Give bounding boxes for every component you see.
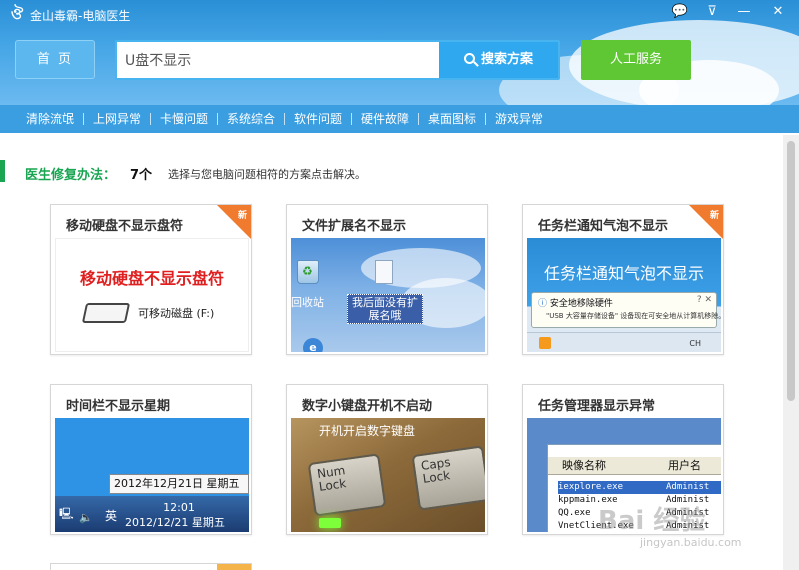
category-item[interactable]: 硬件故障 — [361, 105, 409, 133]
search-box: 搜索方案 — [115, 40, 560, 80]
taskbar-time: 12:01 — [163, 501, 195, 514]
section-title: 医生修复办法： — [25, 168, 117, 183]
search-button-label: 搜索方案 — [480, 52, 533, 67]
nav-separator — [351, 113, 352, 125]
network-icon: 🖳 — [59, 507, 74, 520]
process-list-header: 映像名称 用户名 — [548, 457, 721, 475]
card-title: 文件扩展名不显示 — [302, 219, 407, 234]
category-item[interactable]: 清除流氓 — [26, 105, 74, 133]
thumbnail-heading: 任务栏通知气泡不显示 — [543, 264, 704, 283]
recycle-bin-icon — [297, 260, 319, 284]
tray-app-icon — [539, 337, 551, 349]
search-button[interactable]: 搜索方案 — [439, 42, 558, 78]
column-header: 映像名称 — [562, 459, 606, 472]
balloon-title: 安全地移除硬件 — [549, 299, 613, 309]
balloon-title-row: ⓘ 安全地移除硬件 — [538, 296, 613, 309]
header: ঔ 金山毒霸-电脑医生 💬 ⊽ — ✕ 首 页 搜索方案 人工服务 — [0, 0, 799, 105]
minimize-button[interactable]: — — [732, 2, 756, 22]
notification-balloon: ⓘ 安全地移除硬件 ? ✕ "USB 大容量存储设备" 设备现在可安全地从计算机… — [531, 292, 721, 328]
balloon-close-icon: ? ✕ — [696, 295, 712, 305]
card-thumbnail: 移动硬盘不显示盘符 可移动磁盘 (F:) — [55, 238, 249, 352]
card-title: 移动硬盘不显示盘符 — [66, 219, 184, 234]
vertical-scrollbar[interactable] — [783, 135, 799, 570]
section-description: 选择与您电脑问题相符的方案点击解决。 — [168, 168, 366, 181]
thumbnail-caption: 开机开启数字键盘 — [319, 424, 416, 438]
file-label: 我后面没有扩展名哦 — [347, 294, 423, 324]
ie-icon: e — [303, 338, 323, 352]
app-title: 金山毒霸-电脑医生 — [30, 9, 131, 23]
nav-separator — [217, 113, 218, 125]
solution-card[interactable]: 数字小键盘开机不启动 开机开启数字键盘 Num Lock Caps Lock — [286, 384, 488, 535]
solution-card[interactable]: 文件扩展名不显示 回收站 我后面没有扩展名哦 e — [286, 204, 488, 355]
category-item[interactable]: 系统综合 — [227, 105, 275, 133]
category-item[interactable]: 游戏异常 — [495, 105, 543, 133]
title-bar: ঔ 金山毒霸-电脑医生 💬 ⊽ — ✕ — [0, 0, 799, 28]
drive-label: 可移动磁盘 (F:) — [138, 307, 215, 320]
search-icon — [463, 53, 475, 64]
nav-separator — [150, 113, 151, 125]
card-thumbnail: 回收站 我后面没有扩展名哦 e — [291, 238, 485, 352]
watermark-url: jingyan.baidu.com — [640, 536, 742, 549]
section-accent-bar — [0, 160, 5, 182]
menu-icon[interactable]: ⊽ — [700, 2, 724, 22]
card-title: 时间栏不显示星期 — [66, 399, 171, 414]
solution-card[interactable]: 移动硬盘不显示盘符 新 移动硬盘不显示盘符 可移动磁盘 (F:) — [50, 204, 252, 355]
new-badge — [217, 564, 251, 570]
process-name: QQ.exe — [558, 508, 591, 518]
home-button[interactable]: 首 页 — [15, 40, 95, 79]
solution-card[interactable]: 任务栏通知气泡不显示 新 任务栏通知气泡不显示 ⓘ 安全地移除硬件 ? ✕ "U… — [522, 204, 724, 355]
close-button[interactable]: ✕ — [766, 2, 790, 22]
removable-drive-icon — [81, 303, 131, 323]
category-item[interactable]: 卡慢问题 — [160, 105, 208, 133]
date-tooltip: 2012年12月21日 星期五 — [109, 474, 249, 494]
card-title: 任务管理器显示异常 — [538, 399, 656, 414]
nav-separator — [485, 113, 486, 125]
card-thumbnail: 2012年12月21日 星期五 🖳 🔈 英 12:01 2012/12/21 星… — [55, 418, 249, 532]
taskbar: 🖳 🔈 英 12:01 2012/12/21 星期五 — [55, 496, 249, 532]
system-tray: CH — [527, 332, 721, 352]
app-logo-icon: ঔ — [10, 5, 24, 23]
scrollbar-thumb[interactable] — [787, 141, 795, 401]
nav-separator — [83, 113, 84, 125]
search-input[interactable] — [117, 42, 439, 78]
solution-card[interactable]: 时间栏不显示星期 2012年12月21日 星期五 🖳 🔈 英 12:01 201… — [50, 384, 252, 535]
speaker-icon: 🔈 — [79, 511, 93, 524]
recycle-bin-label: 回收站 — [291, 296, 324, 309]
tray-language: CH — [689, 339, 701, 348]
new-badge-label: 新 — [709, 211, 719, 221]
led-indicator — [319, 518, 341, 528]
process-row: iexplore.exe Administ — [558, 481, 721, 494]
thumbnail-heading: 移动硬盘不显示盘符 — [79, 269, 224, 288]
category-item[interactable]: 软件问题 — [294, 105, 342, 133]
num-lock-key: Num Lock — [307, 453, 387, 517]
watermark: Bai 经验 — [598, 506, 706, 536]
nav-separator — [418, 113, 419, 125]
caps-lock-key: Caps Lock — [411, 445, 485, 511]
process-user: Administ — [666, 482, 710, 492]
category-nav: 清除流氓 上网异常 卡慢问题 系统综合 软件问题 硬件故障 桌面图标 游戏异常 — [0, 105, 799, 133]
card-thumbnail: 任务栏通知气泡不显示 ⓘ 安全地移除硬件 ? ✕ "USB 大容量存储设备" 设… — [527, 238, 721, 352]
card-title: 任务栏通知气泡不显示 — [538, 219, 669, 234]
solution-count: 7个 — [130, 168, 153, 183]
process-name: iexplore.exe — [558, 482, 624, 492]
card-title: 数字小键盘开机不启动 — [302, 399, 433, 414]
card-thumbnail: 开机开启数字键盘 Num Lock Caps Lock — [291, 418, 485, 532]
category-item[interactable]: 上网异常 — [93, 105, 141, 133]
taskbar-date: 2012/12/21 星期五 — [125, 516, 225, 529]
feedback-icon[interactable]: 💬 — [668, 2, 692, 22]
file-icon — [375, 260, 393, 284]
ime-indicator: 英 — [105, 509, 118, 523]
solution-card[interactable] — [50, 563, 252, 570]
column-header: 用户名 — [668, 459, 701, 472]
category-item[interactable]: 桌面图标 — [428, 105, 476, 133]
new-badge-label: 新 — [237, 211, 247, 221]
nav-separator — [284, 113, 285, 125]
info-icon: ⓘ — [538, 299, 550, 309]
human-service-button[interactable]: 人工服务 — [581, 40, 691, 80]
balloon-text: "USB 大容量存储设备" 设备现在可安全地从计算机移除。 — [546, 312, 721, 320]
